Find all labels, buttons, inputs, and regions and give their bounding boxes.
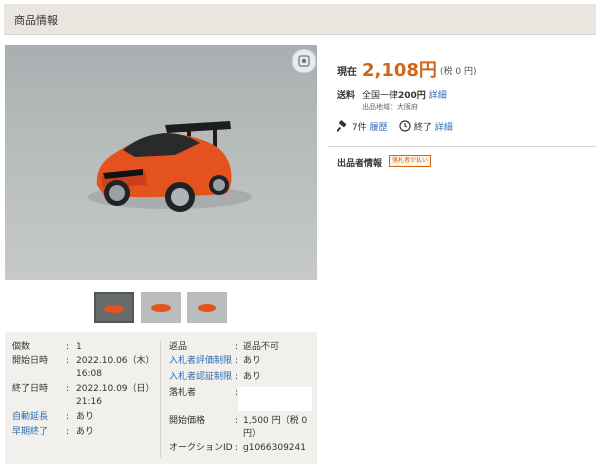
price-label: 現在 xyxy=(337,67,357,78)
bid-count: 7件 xyxy=(351,123,367,133)
detail-value-quantity: 1 xyxy=(76,342,82,352)
bid-history-link[interactable]: 履歴 xyxy=(369,123,387,133)
current-price: 2,108円 xyxy=(362,60,437,81)
thumbnail-car-icon xyxy=(96,294,132,321)
shipping-info: 全国一律200円 詳細 xyxy=(362,88,447,101)
detail-colon: : xyxy=(235,356,239,366)
detail-value-bidder-auth: あり xyxy=(243,372,262,382)
detail-value-auto-extend: あり xyxy=(76,412,95,422)
detail-colon: : xyxy=(235,372,239,382)
detail-value-returns: 返品不可 xyxy=(243,342,280,352)
detail-label-start-price: 開始価格 xyxy=(169,416,206,426)
section-title: 商品情報 xyxy=(14,14,58,27)
detail-colon: : xyxy=(66,427,70,437)
shipping-detail-link[interactable]: 詳細 xyxy=(429,91,447,101)
detail-value-auction-id: g1066309241 xyxy=(243,443,306,453)
detail-link-auto-extend[interactable]: 自動延長 xyxy=(12,411,48,424)
clock-icon xyxy=(399,120,411,132)
product-main-image[interactable] xyxy=(5,45,317,280)
detail-label-returns: 返品 xyxy=(169,342,188,352)
shipping-text: 全国一律 xyxy=(362,91,399,101)
detail-value-end-time: 21:16 xyxy=(76,397,102,407)
detail-value-start-price: 1,500 円（税 0 xyxy=(243,416,308,426)
shipping-amount: 200円 xyxy=(398,91,426,101)
section-divider xyxy=(328,146,596,147)
price-tax: (税 0 円) xyxy=(440,67,477,77)
winner-redacted-box xyxy=(238,387,312,411)
detail-label-auction-id: オークションID xyxy=(169,443,233,453)
detail-label-quantity: 個数 xyxy=(12,342,31,352)
status-detail-link[interactable]: 詳細 xyxy=(435,123,453,133)
detail-value-bidder-rating: あり xyxy=(243,356,262,366)
detail-colon: : xyxy=(235,443,239,453)
thumbnail-car-icon xyxy=(142,293,180,322)
auction-status: 終了 xyxy=(413,123,432,133)
bid-info: 7件 履歴 終了 詳細 xyxy=(336,120,453,133)
detail-colon: : xyxy=(66,412,70,422)
thumbnail-1[interactable] xyxy=(94,292,134,323)
detail-value-early-end: あり xyxy=(76,427,95,437)
details-divider xyxy=(160,340,161,458)
shipping-label: 送料 xyxy=(337,91,356,101)
detail-label-end-time: 終了日時 xyxy=(12,384,49,394)
shipping-origin: 出品地域：大阪府 xyxy=(362,103,418,111)
detail-colon: : xyxy=(66,384,70,394)
detail-value-start-price-tax: 円） xyxy=(243,429,262,439)
detail-link-early-end[interactable]: 早期終了 xyxy=(12,426,48,439)
shipping-payer-badge: 落札者が払い xyxy=(389,155,432,167)
detail-value-start-time: 16:08 xyxy=(76,369,102,379)
thumbnail-3[interactable] xyxy=(187,292,227,323)
detail-value-start-date: 2022.10.06（木） xyxy=(76,356,155,366)
car-illustration xyxy=(88,121,252,212)
zoom-icon xyxy=(298,55,310,67)
detail-link-bidder-rating[interactable]: 入札者評価制限 xyxy=(169,355,232,368)
zoom-button[interactable] xyxy=(292,49,316,73)
thumbnail-2[interactable] xyxy=(141,292,181,323)
detail-label-start-time: 開始日時 xyxy=(12,356,49,366)
detail-colon: : xyxy=(66,356,70,366)
seller-info-heading: 出品者情報 xyxy=(337,159,383,169)
gavel-icon xyxy=(336,120,347,132)
detail-label-winner: 落札者 xyxy=(169,388,197,398)
thumbnail-car-icon xyxy=(188,293,226,322)
section-header: 商品情報 xyxy=(4,4,596,35)
detail-colon: : xyxy=(235,342,239,352)
detail-colon: : xyxy=(66,342,70,352)
detail-value-end-date: 2022.10.09（日） xyxy=(76,384,155,394)
detail-colon: : xyxy=(235,416,239,426)
detail-link-bidder-auth[interactable]: 入札者認証制限 xyxy=(169,371,232,384)
